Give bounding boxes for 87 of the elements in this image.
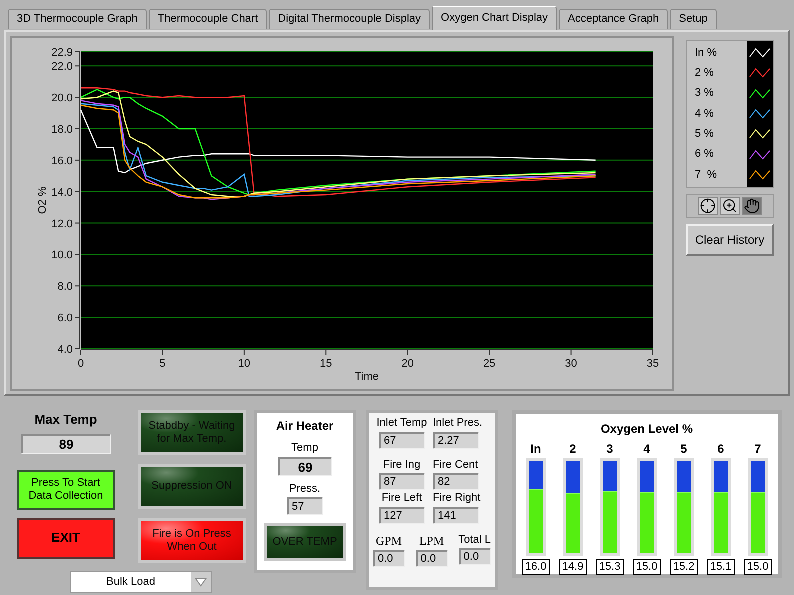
reading-field: 67: [379, 432, 425, 448]
tab[interactable]: Oxygen Chart Display: [432, 6, 558, 30]
zoom-icon: [722, 198, 738, 214]
x-tick-label: 10: [238, 358, 251, 370]
y-tick-label: 6.0: [58, 312, 73, 325]
x-tick-label: 5: [160, 358, 166, 370]
flow-label: LPM: [419, 532, 444, 550]
tab[interactable]: Acceptance Graph: [559, 9, 668, 29]
legend-label: 4 %: [695, 106, 715, 122]
tank-reading: 16.0: [522, 559, 550, 575]
tank-label: 7: [754, 442, 762, 456]
reading-field: 87: [379, 473, 425, 490]
over-temp-light: OVER TEMP: [264, 523, 346, 561]
y-tick-label: 20.0: [52, 92, 73, 105]
field-label: Temp: [292, 441, 318, 456]
tab[interactable]: Setup: [670, 9, 717, 29]
tank-reading: 15.2: [670, 559, 698, 575]
graph-tool-button[interactable]: [742, 197, 762, 215]
clear-history-button[interactable]: Clear History: [686, 224, 774, 256]
panel-title: Air Heater: [276, 418, 334, 435]
tank-label: In: [530, 442, 542, 456]
y-tick-label: 16.0: [52, 155, 73, 168]
reading-field: 141: [433, 506, 479, 524]
tank-label: 5: [680, 442, 688, 456]
y-tick-label: 22.0: [52, 61, 73, 74]
y-axis-title: O2 %: [37, 186, 49, 214]
x-tick-label: 25: [483, 358, 496, 370]
legend-label: In %: [695, 46, 718, 61]
flow-label: Total L: [458, 532, 491, 548]
tank-reading: 15.0: [744, 559, 772, 575]
y-tick-label: 10.0: [52, 250, 73, 262]
reading-field: 2.27: [433, 432, 479, 448]
legend-label: 6 %: [695, 147, 715, 162]
tank-reading: 15.3: [596, 559, 624, 575]
flow-label: GPM: [376, 532, 402, 550]
y-tick-label: 14.0: [52, 186, 73, 199]
flow-field: 0.0: [373, 550, 405, 566]
x-tick-label: 20: [402, 358, 414, 370]
reading-label: Fire Ing: [383, 458, 421, 472]
tank-label: 3: [606, 442, 614, 456]
reading-label: Fire Left: [382, 491, 422, 506]
status-light: Stabdby - Waiting for Max Temp.: [138, 410, 246, 455]
reading-label: Inlet Pres.: [433, 416, 483, 431]
tank-label: 6: [718, 442, 724, 456]
graph-tool-button[interactable]: [720, 197, 740, 215]
x-tick-label: 30: [565, 358, 578, 370]
status-light: Fire is On Press When Out: [138, 518, 246, 563]
tank-label: 2: [570, 442, 576, 456]
x-axis-title: Time: [354, 371, 380, 383]
reading-field: 127: [379, 506, 425, 524]
tab[interactable]: Digital Thermocouple Display: [269, 9, 430, 29]
graph-tool-button[interactable]: [698, 197, 718, 215]
tab[interactable]: 3D Thermocouple Graph: [8, 9, 147, 29]
panel-title: Oxygen Level %: [600, 421, 694, 438]
legend-label: 7 %: [695, 168, 718, 183]
y-tick-label: 12.0: [52, 218, 73, 230]
x-tick-label: 0: [78, 358, 84, 370]
y-tick-label: 4.0: [58, 344, 73, 356]
flow-field: 0.0: [416, 550, 448, 566]
crosshair-icon: [700, 198, 716, 214]
temp-field: 69: [278, 456, 332, 476]
max-temp-field: 89: [21, 434, 111, 454]
y-tick-label: 8.0: [58, 281, 73, 294]
x-tick-label: 15: [320, 358, 332, 370]
exit-button[interactable]: EXIT: [17, 518, 115, 558]
tank-label: 4: [644, 442, 650, 456]
reading-field: 82: [433, 473, 479, 490]
tab[interactable]: Thermocouple Chart: [148, 9, 268, 29]
x-tick-label: 35: [646, 358, 660, 370]
reading-label: Inlet Temp: [376, 416, 428, 431]
y-tick-label: 18.0: [52, 124, 73, 136]
legend-label: 3 %: [695, 86, 715, 102]
legend-label: 2 %: [695, 66, 715, 82]
field-label: Press.: [289, 482, 321, 496]
tank-reading: 15.0: [633, 559, 661, 575]
max-temp-label: Max Temp: [34, 411, 98, 429]
mode-dropdown[interactable]: Bulk Load: [70, 571, 212, 593]
flow-field: 0.0: [458, 548, 491, 565]
y-tick-label: 22.9: [52, 47, 73, 59]
reading-label: Fire Right: [433, 491, 481, 506]
reading-label: Fire Cent: [433, 458, 478, 472]
start-button[interactable]: Press To Start Data Collection: [17, 470, 115, 510]
press-field: 57: [287, 497, 323, 515]
legend-label: 5 %: [695, 127, 715, 142]
hand-icon: [744, 198, 760, 214]
tank-reading: 15.1: [707, 559, 735, 575]
tank-reading: 14.9: [559, 559, 587, 575]
